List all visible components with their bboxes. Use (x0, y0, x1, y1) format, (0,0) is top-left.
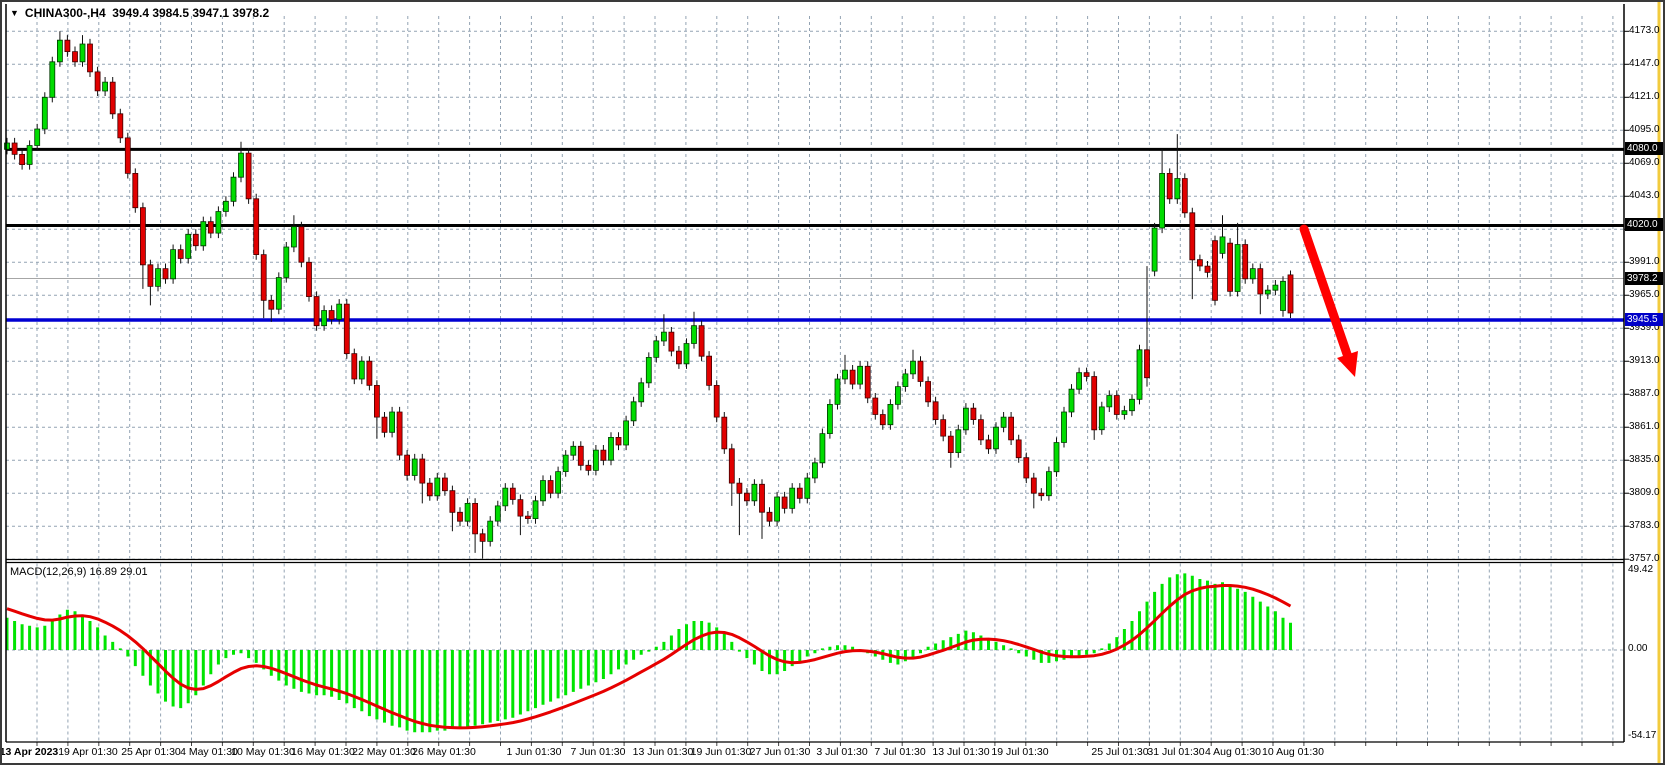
macd-main-value: 16.89 (89, 566, 117, 578)
title-ohlc-values: 3949.4 3984.5 3947.1 3978.2 (112, 6, 269, 20)
symbol-period-label: CHINA300-,H4 (25, 6, 106, 20)
macd-signal-value: 29.01 (120, 566, 148, 578)
chevron-down-icon: ▼ (10, 8, 19, 18)
price-tag-resistance-upper: 4080.0 (1625, 142, 1665, 155)
price-tick-label: 3887.0 (1629, 388, 1665, 399)
price-tick-label: 3783.0 (1629, 520, 1665, 531)
bullish-candles (5, 40, 1286, 541)
price-tick-label: 3809.0 (1629, 487, 1665, 498)
macd-name: MACD(12,26,9) (10, 566, 86, 578)
price-tick-label: 3835.0 (1629, 454, 1665, 465)
price-tick-label: 4043.0 (1629, 190, 1665, 201)
price-tick-label: 3991.0 (1629, 256, 1665, 267)
price-tag-current: 3978.2 (1625, 272, 1665, 285)
annotation-arrow-down[interactable] (1304, 229, 1358, 377)
macd-axis-zero: 0.00 (1628, 643, 1665, 654)
macd-axis-max: 49.42 (1628, 564, 1665, 575)
price-tick-label: 4069.0 (1629, 157, 1665, 168)
bearish-candles (12, 40, 1293, 541)
price-tick-label: 4121.0 (1629, 91, 1665, 102)
price-tag-support-blue: 3945.5 (1625, 313, 1665, 326)
chart-canvas[interactable] (2, 2, 1665, 765)
macd-indicator-label: MACD(12,26,9) 16.89 29.01 (10, 566, 148, 578)
price-tag-resistance-lower: 4020.0 (1625, 218, 1665, 231)
macd-signal-line (7, 586, 1291, 728)
price-tick-label: 3861.0 (1629, 421, 1665, 432)
price-tick-label: 3965.0 (1629, 289, 1665, 300)
time-label: 26 May 01:30 (396, 746, 492, 758)
price-tick-label: 4095.0 (1629, 124, 1665, 135)
time-label: 10 Aug 01:30 (1245, 746, 1341, 758)
chart-window: ▼ CHINA300-,H4 3949.4 3984.5 3947.1 3978.… (0, 0, 1665, 765)
time-label: 19 Jul 01:30 (972, 746, 1068, 758)
price-tick-label: 3913.0 (1629, 355, 1665, 366)
price-tick-label: 3757.0 (1629, 553, 1665, 564)
price-tick-label: 4173.0 (1629, 25, 1665, 36)
macd-axis-min: -54.17 (1628, 730, 1665, 741)
chart-title: ▼ CHINA300-,H4 3949.4 3984.5 3947.1 3978.… (10, 6, 269, 20)
price-tick-label: 4147.0 (1629, 58, 1665, 69)
macd-histogram (6, 573, 1293, 732)
